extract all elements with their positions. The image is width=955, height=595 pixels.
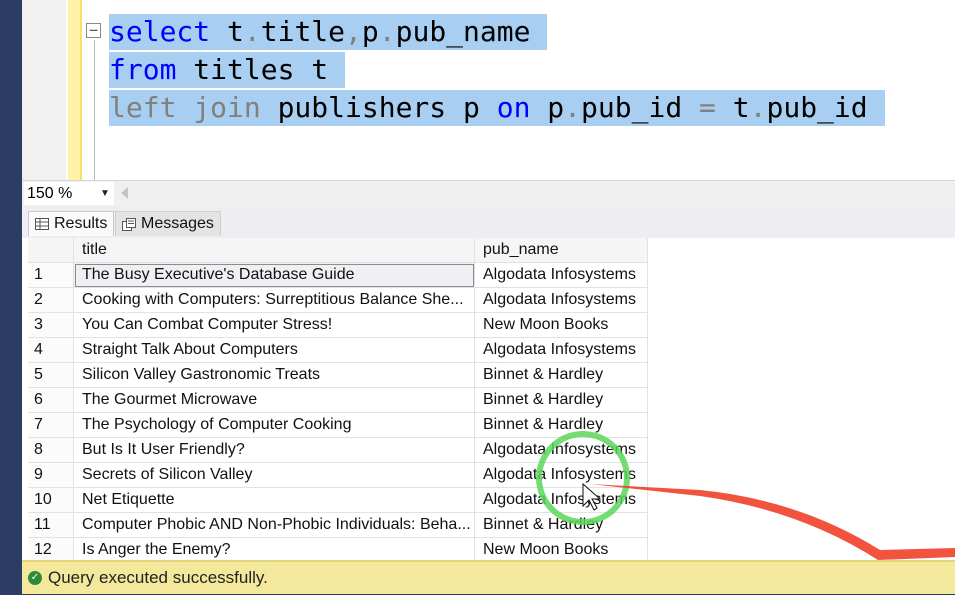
cell-title[interactable]: You Can Combat Computer Stress! <box>74 313 475 338</box>
table-row[interactable]: 1 The Busy Executive's Database Guide Algo… <box>28 263 648 288</box>
status-bar: ✓ Query executed successfully. <box>22 560 955 594</box>
code-token: t <box>715 91 750 124</box>
table-row[interactable]: 10 Net Etiquette Algodata Infosystems <box>28 488 648 513</box>
code-token: , <box>345 15 362 48</box>
tab-results-label: Results <box>54 215 108 232</box>
table-row[interactable]: 7 The Psychology of Computer Cooking Binne… <box>28 413 648 438</box>
cell-pub-name[interactable]: Binnet & Hardley <box>475 363 648 388</box>
cell-title[interactable]: The Psychology of Computer Cooking <box>74 413 475 438</box>
messages-icon <box>122 217 136 231</box>
row-number-header[interactable] <box>28 238 74 263</box>
code-line-3[interactable]: left join publishers p on p.pub_id = t.p… <box>109 90 885 126</box>
grid-table: title pub_name 1 The Busy Executive's Dat… <box>28 238 648 560</box>
cell-title[interactable]: Cooking with Computers: Surreptitious Ba… <box>74 288 475 313</box>
query-editor[interactable]: − select t.title,p.pub_name from titles … <box>22 0 955 180</box>
code-token: . <box>749 91 767 124</box>
table-row[interactable]: 12 Is Anger the Enemy? New Moon Books <box>28 538 648 560</box>
cell-pub-name[interactable]: Algodata Infosystems <box>475 288 648 313</box>
cell-title[interactable]: Silicon Valley Gastronomic Treats <box>74 363 475 388</box>
editor-gutter <box>22 0 66 180</box>
row-number[interactable]: 5 <box>28 363 74 388</box>
code-token: publishers p <box>260 91 497 124</box>
cell-title[interactable]: Net Etiquette <box>74 488 475 513</box>
row-number[interactable]: 9 <box>28 463 74 488</box>
row-number[interactable]: 3 <box>28 313 74 338</box>
row-number[interactable]: 6 <box>28 388 74 413</box>
row-number[interactable]: 7 <box>28 413 74 438</box>
cell-title[interactable]: Secrets of Silicon Valley <box>74 463 475 488</box>
code-line-1[interactable]: select t.title,p.pub_name <box>109 14 548 50</box>
change-tracking-bar <box>68 0 82 180</box>
table-row[interactable]: 2 Cooking with Computers: Surreptitious B… <box>28 288 648 313</box>
results-grid[interactable]: title pub_name 1 The Busy Executive's Dat… <box>22 238 955 560</box>
column-header-pub-name[interactable]: pub_name <box>475 238 648 263</box>
grid-icon <box>35 218 49 230</box>
code-token: pub_id <box>766 91 885 124</box>
cell-pub-name[interactable]: Algodata Infosystems <box>475 463 648 488</box>
table-row[interactable]: 4 Straight Talk About Computers Algodata I… <box>28 338 648 363</box>
zoom-bar: 150 % ▼ <box>22 180 955 207</box>
tab-messages-label: Messages <box>141 215 214 232</box>
code-token: title <box>260 15 346 48</box>
code-token: left join <box>109 91 261 124</box>
cell-pub-name[interactable]: Binnet & Hardley <box>475 513 648 538</box>
table-row[interactable]: 6 The Gourmet Microwave Binnet & Hardley <box>28 388 648 413</box>
table-row[interactable]: 9 Secrets of Silicon Valley Algodata Infos… <box>28 463 648 488</box>
cell-pub-name[interactable]: Algodata Infosystems <box>475 488 648 513</box>
code-token: select <box>109 15 211 48</box>
scroll-left-arrow-icon[interactable] <box>121 187 128 199</box>
row-number[interactable]: 1 <box>28 263 74 288</box>
row-number[interactable]: 11 <box>28 513 74 538</box>
cell-title[interactable]: Computer Phobic AND Non-Phobic Individua… <box>74 513 475 538</box>
code-token: p <box>361 15 379 48</box>
code-token: on <box>496 91 531 124</box>
cell-pub-name[interactable]: New Moon Books <box>475 313 648 338</box>
code-token: . <box>564 91 582 124</box>
cell-title[interactable]: The Gourmet Microwave <box>74 388 475 413</box>
check-circle-icon: ✓ <box>28 571 42 585</box>
results-tabs: Results Messages <box>22 206 955 238</box>
collapse-toggle-icon[interactable]: − <box>86 23 101 38</box>
zoom-value: 150 % <box>27 185 73 202</box>
cell-pub-name[interactable]: Binnet & Hardley <box>475 388 648 413</box>
code-token: titles t <box>176 53 346 86</box>
cell-pub-name[interactable]: Algodata Infosystems <box>475 438 648 463</box>
column-header-title[interactable]: title <box>74 238 475 263</box>
cell-title[interactable]: Is Anger the Enemy? <box>74 538 475 560</box>
table-row[interactable]: 5 Silicon Valley Gastronomic Treats Binnet… <box>28 363 648 388</box>
code-token: pub_name <box>395 15 548 48</box>
code-token: t <box>210 15 244 48</box>
code-token: . <box>378 15 396 48</box>
code-line-2[interactable]: from titles t <box>109 52 346 88</box>
code-token: from <box>109 53 177 86</box>
row-number[interactable]: 12 <box>28 538 74 560</box>
window-left-edge <box>0 0 22 595</box>
cell-title[interactable]: Straight Talk About Computers <box>74 338 475 363</box>
cell-pub-name[interactable]: Algodata Infosystems <box>475 263 648 288</box>
row-number[interactable]: 4 <box>28 338 74 363</box>
cell-title[interactable]: But Is It User Friendly? <box>74 438 475 463</box>
table-row[interactable]: 11 Computer Phobic AND Non-Phobic Individ… <box>28 513 648 538</box>
row-number[interactable]: 2 <box>28 288 74 313</box>
cell-title[interactable]: The Busy Executive's Database Guide <box>74 263 475 288</box>
cell-pub-name[interactable]: New Moon Books <box>475 538 648 560</box>
code-token: = <box>699 91 716 124</box>
cell-pub-name[interactable]: Binnet & Hardley <box>475 413 648 438</box>
code-token: p <box>530 91 565 124</box>
chevron-down-icon[interactable]: ▼ <box>100 182 110 205</box>
table-row[interactable]: 3 You Can Combat Computer Stress! New Moon… <box>28 313 648 338</box>
code-token: . <box>243 15 261 48</box>
cell-pub-name[interactable]: Algodata Infosystems <box>475 338 648 363</box>
fold-guide-line <box>94 40 95 180</box>
tab-messages[interactable]: Messages <box>115 211 221 236</box>
table-row[interactable]: 8 But Is It User Friendly? Algodata Infosy… <box>28 438 648 463</box>
row-number[interactable]: 10 <box>28 488 74 513</box>
tab-results[interactable]: Results <box>28 211 115 236</box>
grid-header-row: title pub_name <box>28 238 648 263</box>
status-text: Query executed successfully. <box>48 568 268 587</box>
row-number[interactable]: 8 <box>28 438 74 463</box>
code-token: pub_id <box>581 91 700 124</box>
